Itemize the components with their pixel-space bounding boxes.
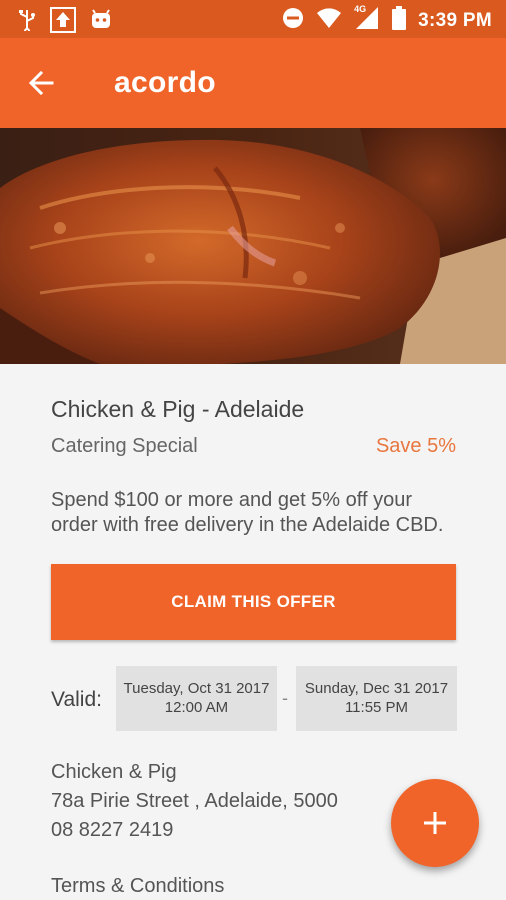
plus-icon [424,812,446,834]
app-toolbar: acordo [0,38,506,128]
clock: 3:39 PM [418,9,492,31]
contact-phone[interactable]: 08 8227 2419 [51,819,173,842]
arrow-left-icon [28,70,54,96]
status-bar: 4G 3:39 PM [0,0,506,38]
contact-name: Chicken & Pig [51,761,177,783]
end-date-field[interactable]: Sunday, Dec 31 2017 11:55 PM [296,666,457,731]
cell-signal-icon: 4G [354,4,380,35]
start-time: 12:00 AM [164,699,229,716]
do-not-disturb-icon [282,7,304,34]
offer-hero-image [0,128,506,364]
valid-label: Valid: [51,688,102,711]
app-title: acordo [114,66,216,99]
usb-icon [18,9,36,36]
offer-description: Spend $100 or more and get 5% off your o… [51,489,444,536]
upload-icon [50,7,76,38]
end-date: Sunday, Dec 31 2017 [304,680,449,697]
wifi-icon [316,7,342,34]
start-date-field[interactable]: Tuesday, Oct 31 2017 12:00 AM [116,666,277,731]
add-fab-button[interactable] [391,779,479,867]
end-time: 11:55 PM [344,699,409,716]
claim-offer-button[interactable]: CLAIM THIS OFFER [51,564,456,640]
terms-and-conditions[interactable]: Terms & Conditions [51,875,224,898]
start-date: Tuesday, Oct 31 2017 [123,680,270,697]
android-icon [90,9,112,36]
date-separator: - [282,688,288,708]
offer-category: Catering Special [51,435,198,457]
contact-address[interactable]: 78a Pirie Street , Adelaide, 5000 [51,790,338,813]
battery-icon [392,6,407,35]
discount-label: Save 5% [375,435,456,457]
network-type-label: 4G [354,4,367,14]
business-name: Chicken & Pig - Adelaide [51,396,305,422]
back-button[interactable] [24,65,64,101]
